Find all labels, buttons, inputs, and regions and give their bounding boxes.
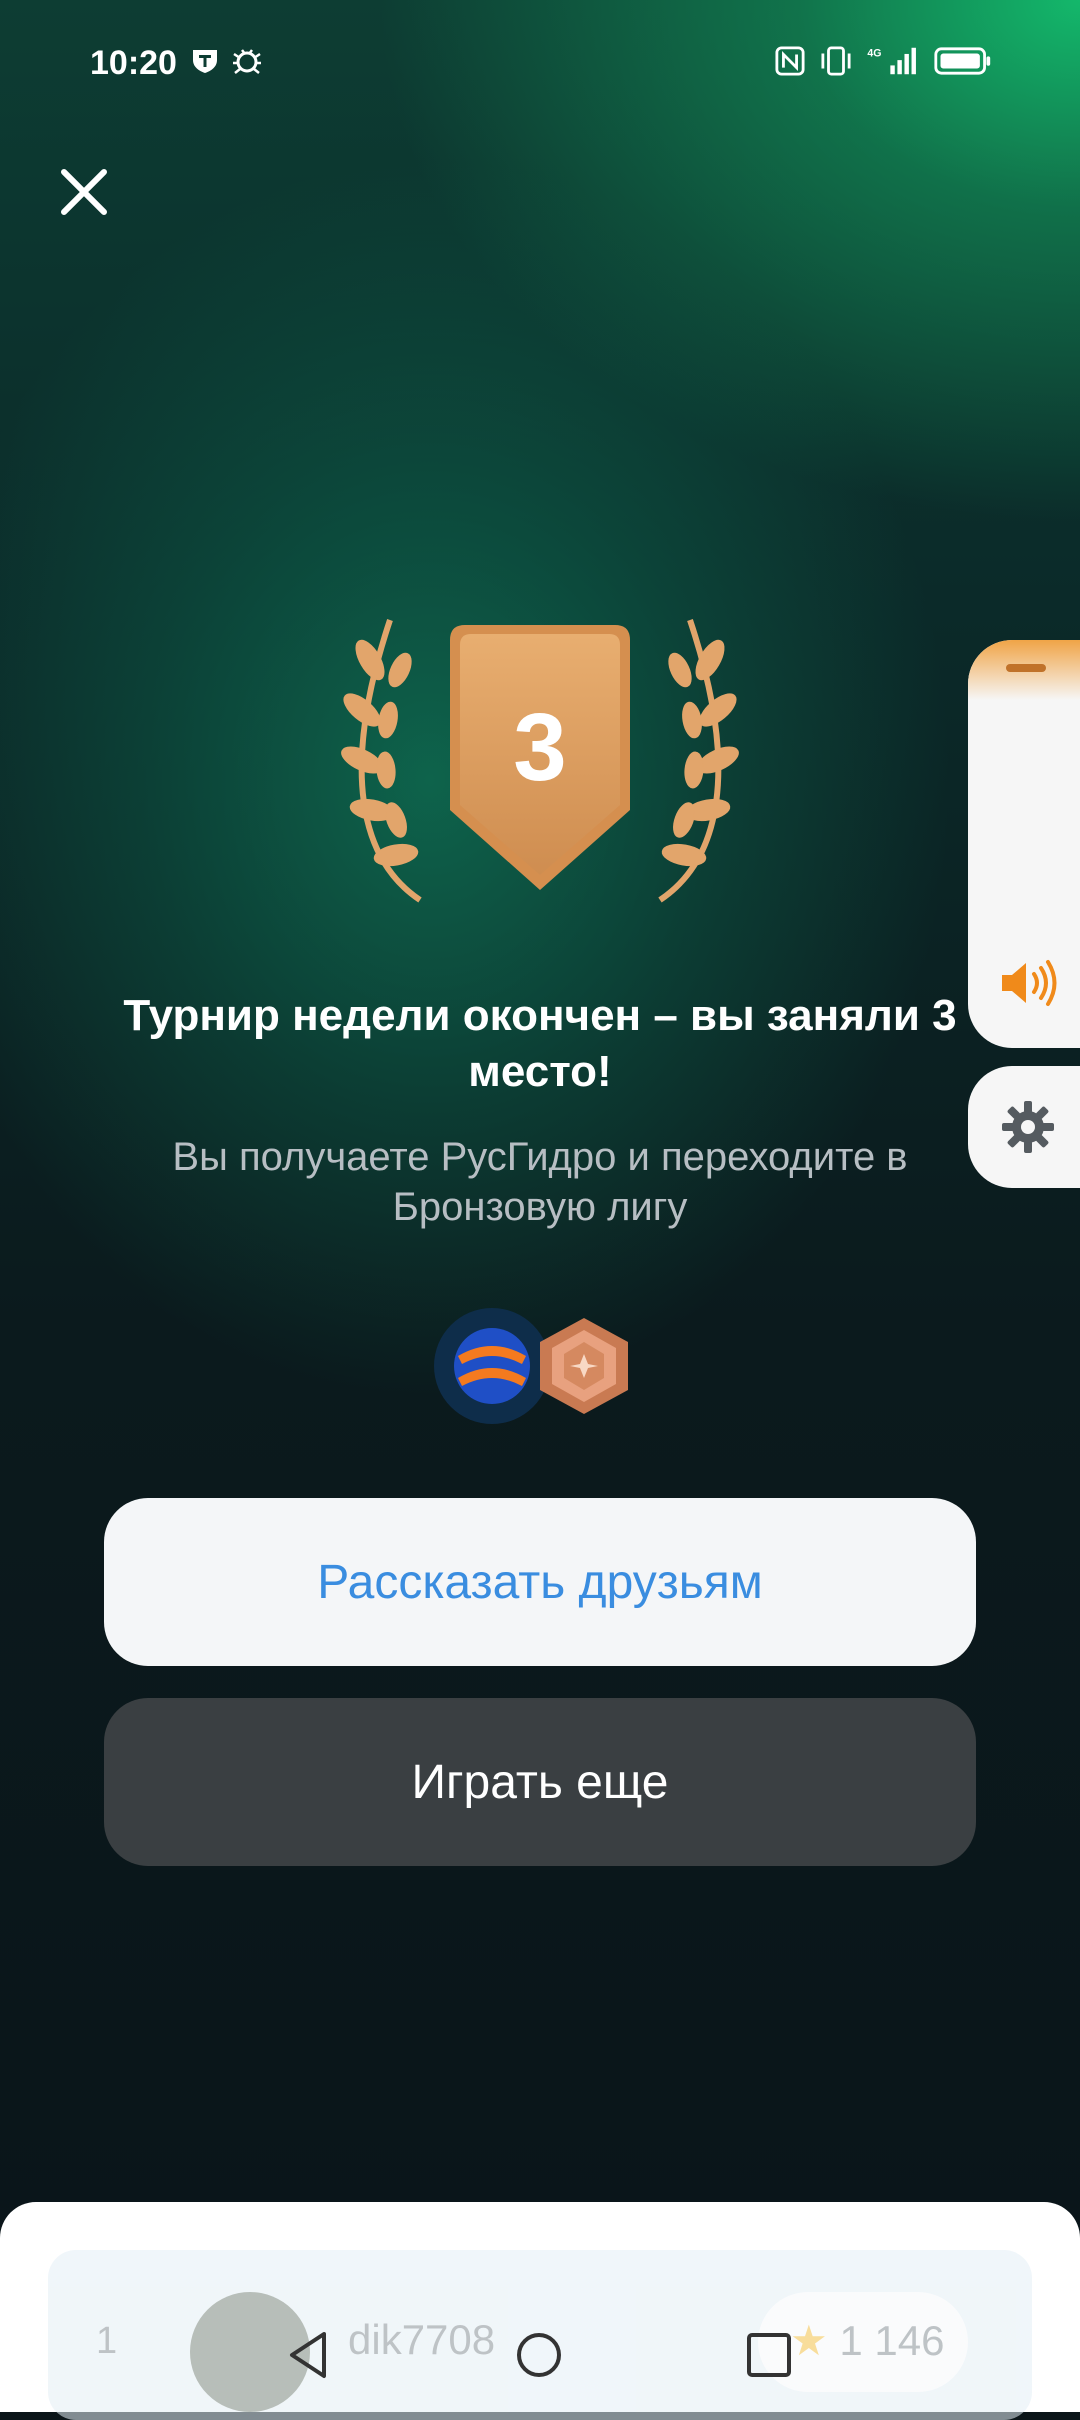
place-number: 3: [513, 694, 566, 801]
close-button[interactable]: [52, 160, 116, 224]
home-icon[interactable]: [514, 2330, 564, 2380]
laurel-left-icon: [341, 619, 422, 903]
laurel-right-icon: [658, 619, 739, 903]
rushydro-logo-icon: [434, 1308, 550, 1424]
settings-button[interactable]: [968, 1066, 1080, 1188]
back-icon[interactable]: [286, 2330, 330, 2380]
close-icon: [61, 169, 107, 215]
share-with-friends-button[interactable]: Рассказать друзьям: [104, 1498, 976, 1666]
recents-icon[interactable]: [746, 2332, 792, 2378]
bronze-league-badge-icon: [540, 1318, 628, 1414]
result-title: Турнир недели окончен – вы заняли 3 мест…: [123, 991, 957, 1096]
navigation-bar: [0, 2300, 1080, 2412]
nfc-icon: [775, 46, 805, 76]
signal-4g-icon: 4G: [867, 48, 916, 75]
svg-text:4G: 4G: [867, 48, 881, 60]
play-again-button[interactable]: Играть еще: [104, 1698, 976, 1866]
place-badge-laurel: 3: [341, 619, 739, 903]
volume-panel-handle[interactable]: [1006, 664, 1046, 672]
vibrate-icon: [821, 46, 851, 76]
speaker-icon: [1002, 960, 1057, 1006]
bug-icon: [233, 49, 261, 74]
status-bar: 10:20 4G: [0, 0, 1080, 130]
status-time: 10:20: [90, 44, 177, 82]
result-subtitle: Вы получаете РусГидро и переходите в Бро…: [172, 1135, 908, 1229]
volume-panel[interactable]: [968, 640, 1080, 1048]
gear-icon: [1002, 1101, 1054, 1153]
battery-icon: [934, 47, 991, 75]
rewards-row: [432, 1306, 632, 1426]
shield-t-icon: [193, 50, 217, 73]
